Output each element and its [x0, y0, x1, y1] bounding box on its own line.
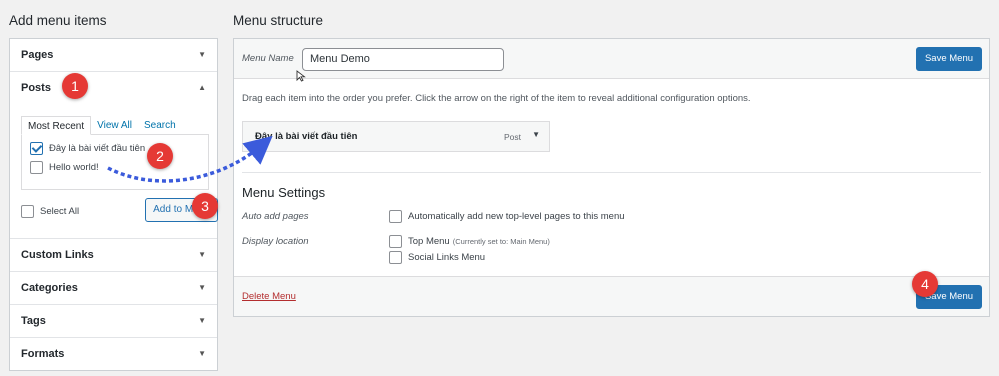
step-badge-3: 3 [192, 193, 218, 219]
step-badge-2: 2 [147, 143, 173, 169]
step-badge-4: 4 [912, 271, 938, 297]
step-badge-1: 1 [62, 73, 88, 99]
drag-arrow-annotation [107, 135, 273, 183]
